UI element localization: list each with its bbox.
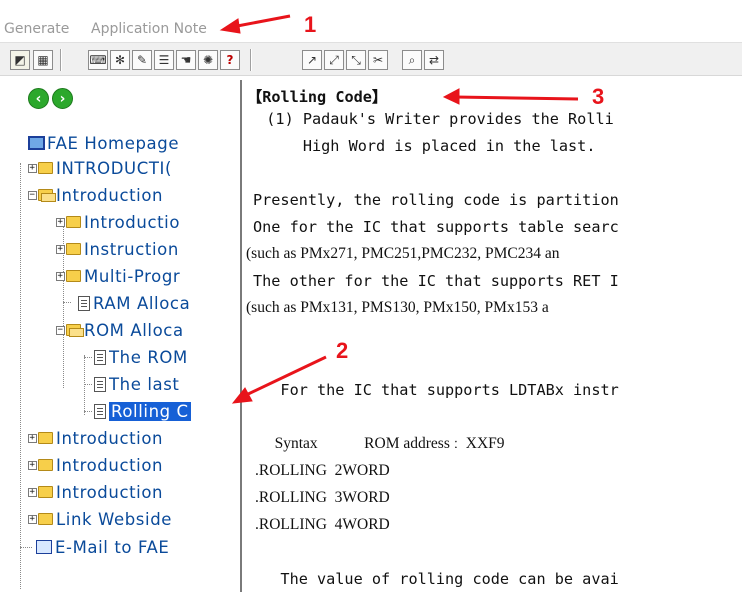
annotation-arrows [219,14,579,404]
annotation-arrow-2 [243,355,327,398]
annotation-number-1: 1 [304,12,317,37]
annotation-arrowhead-2 [231,387,253,404]
annotation-arrowhead-3 [442,88,460,105]
annotation-arrow-3 [454,95,579,101]
annotation-number-3: 3 [592,84,605,109]
annotation-arrowhead-1 [219,18,241,34]
annotation-number-2: 2 [336,338,349,363]
annotation-arrow-1 [231,14,291,29]
